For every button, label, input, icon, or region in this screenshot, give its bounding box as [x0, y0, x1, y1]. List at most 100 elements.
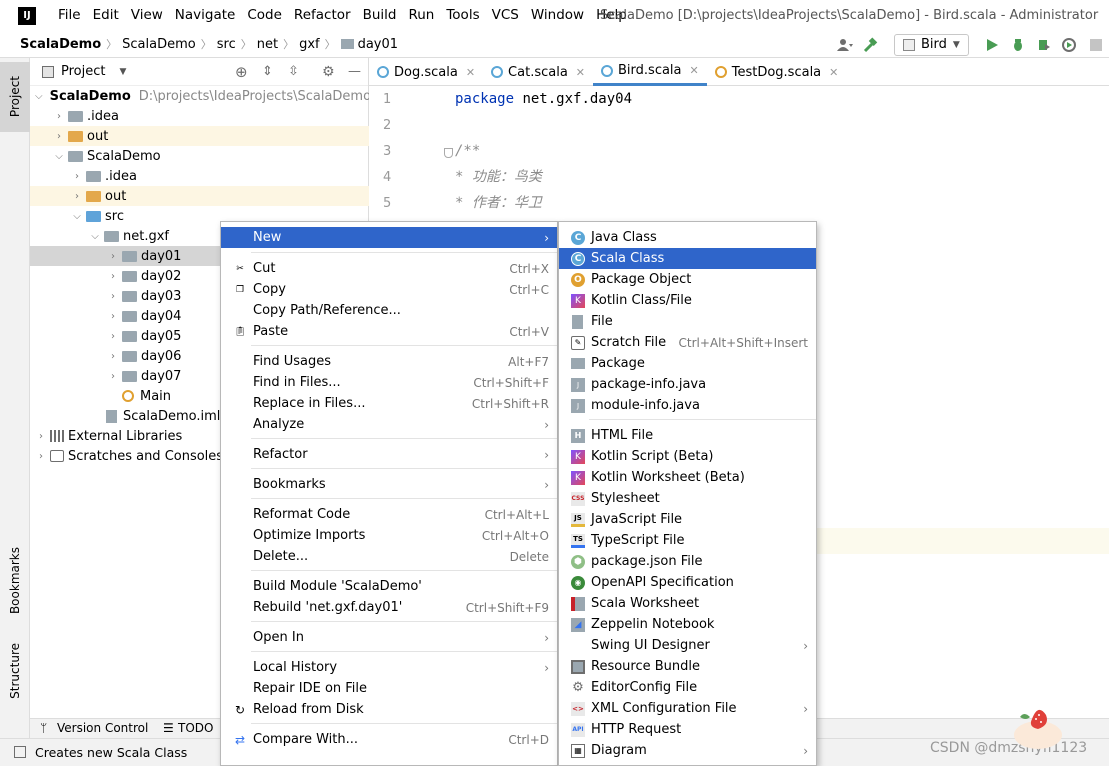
menu-edit[interactable]: Edit [87, 0, 125, 31]
new-item-stylesheet[interactable]: CSS Stylesheet [559, 488, 816, 509]
menu-item-repair-ide[interactable]: Repair IDE on File [221, 678, 557, 699]
menu-item-delete[interactable]: Delete... Delete [221, 546, 557, 567]
menu-item-compare-with[interactable]: ⇄ Compare With... Ctrl+D [221, 729, 557, 750]
menu-item-build-module[interactable]: Build Module 'ScalaDemo' [221, 576, 557, 597]
layout-icon[interactable] [14, 746, 26, 758]
tool-tab-todo[interactable]: TODO [178, 721, 213, 735]
menu-build[interactable]: Build [357, 0, 403, 31]
new-item-javascript-file[interactable]: JS JavaScript File [559, 509, 816, 530]
debug-icon[interactable] [1007, 34, 1029, 56]
tab-cat-scala[interactable]: Cat.scala ✕ [483, 58, 593, 86]
minimize-icon[interactable]: — [348, 64, 361, 79]
chevron-right-icon[interactable]: › [107, 251, 119, 262]
crumb-module[interactable]: ScalaDemo [122, 37, 196, 52]
fold-marker-icon[interactable] [444, 148, 453, 158]
build-hammer-icon[interactable] [860, 34, 882, 56]
tool-tab-version-control[interactable]: Version Control [57, 721, 148, 735]
tree-item-out-2[interactable]: › out [30, 186, 369, 206]
close-icon[interactable]: ✕ [466, 66, 475, 79]
chevron-right-icon[interactable]: › [53, 131, 65, 142]
menu-item-local-history[interactable]: Local History › [221, 657, 557, 678]
tab-testdog-scala[interactable]: TestDog.scala ✕ [707, 58, 847, 86]
collapse-all-icon[interactable]: ⇳ [288, 64, 299, 79]
menu-item-reformat-code[interactable]: Reformat Code Ctrl+Alt+L [221, 504, 557, 525]
new-item-file[interactable]: File [559, 311, 816, 332]
chevron-down-icon[interactable]: ⌵ [89, 231, 101, 242]
project-view-select[interactable]: Project [61, 64, 105, 79]
chevron-right-icon[interactable]: › [35, 431, 47, 442]
crumb-day01[interactable]: day01 [358, 37, 398, 52]
chevron-right-icon[interactable]: › [107, 311, 119, 322]
new-item-package-json[interactable]: ⬢ package.json File [559, 551, 816, 572]
chevron-right-icon[interactable]: › [107, 371, 119, 382]
expand-all-icon[interactable]: ⇕ [262, 64, 273, 79]
crumb-net[interactable]: net [257, 37, 278, 52]
menu-view[interactable]: View [125, 0, 169, 31]
menu-item-rebuild[interactable]: Rebuild 'net.gxf.day01' Ctrl+Shift+F9 [221, 597, 557, 618]
new-item-java-class[interactable]: C Java Class [559, 227, 816, 248]
new-item-typescript-file[interactable]: TS TypeScript File [559, 530, 816, 551]
gear-icon[interactable]: ⚙ [322, 64, 335, 80]
crumb-src[interactable]: src [217, 37, 236, 52]
new-item-package[interactable]: Package [559, 353, 816, 374]
chevron-down-icon[interactable]: ⌵ [71, 211, 83, 222]
chevron-right-icon[interactable]: › [107, 291, 119, 302]
menu-navigate[interactable]: Navigate [169, 0, 242, 31]
chevron-right-icon[interactable]: › [53, 111, 65, 122]
chevron-right-icon[interactable]: › [107, 271, 119, 282]
new-item-kotlin-script[interactable]: K Kotlin Script (Beta) [559, 446, 816, 467]
menu-item-paste[interactable]: 📋︎ Paste Ctrl+V [221, 321, 557, 342]
new-item-diagram[interactable]: ▦ Diagram › [559, 740, 816, 761]
tree-item-module[interactable]: ⌵ ScalaDemo [30, 146, 369, 166]
new-item-scratch-file[interactable]: ✎ Scratch File Ctrl+Alt+Shift+Insert [559, 332, 816, 353]
tab-dog-scala[interactable]: Dog.scala ✕ [369, 58, 483, 86]
close-icon[interactable]: ✕ [829, 66, 838, 79]
tab-bird-scala[interactable]: Bird.scala ✕ [593, 58, 707, 86]
chevron-down-icon[interactable]: ⌵ [35, 91, 43, 102]
tool-tab-structure[interactable]: Structure [0, 633, 30, 708]
menu-item-find-in-files[interactable]: Find in Files... Ctrl+Shift+F [221, 372, 557, 393]
profile-icon[interactable] [1059, 34, 1081, 56]
menu-item-cut[interactable]: ✂ Cut Ctrl+X [221, 258, 557, 279]
new-item-html-file[interactable]: H HTML File [559, 425, 816, 446]
menu-window[interactable]: Window [525, 0, 590, 31]
chevron-right-icon[interactable]: › [107, 351, 119, 362]
new-item-kotlin-class[interactable]: K Kotlin Class/File [559, 290, 816, 311]
menu-item-analyze[interactable]: Analyze › [221, 414, 557, 435]
stop-icon[interactable] [1085, 34, 1107, 56]
crumb-project[interactable]: ScalaDemo [20, 37, 101, 52]
menu-item-bookmarks[interactable]: Bookmarks › [221, 474, 557, 495]
menu-item-copy[interactable]: ❐ Copy Ctrl+C [221, 279, 557, 300]
new-item-package-object[interactable]: O Package Object [559, 269, 816, 290]
tool-tab-project[interactable]: Project [0, 62, 30, 132]
new-item-scala-class[interactable]: C Scala Class [559, 248, 816, 269]
menu-item-optimize-imports[interactable]: Optimize Imports Ctrl+Alt+O [221, 525, 557, 546]
menu-item-copy-path[interactable]: Copy Path/Reference... [221, 300, 557, 321]
crumb-gxf[interactable]: gxf [299, 37, 320, 52]
menu-file[interactable]: File [52, 0, 87, 31]
menu-item-replace-in-files[interactable]: Replace in Files... Ctrl+Shift+R [221, 393, 557, 414]
new-item-kotlin-worksheet[interactable]: K Kotlin Worksheet (Beta) [559, 467, 816, 488]
menu-run[interactable]: Run [402, 0, 440, 31]
close-icon[interactable]: ✕ [690, 64, 699, 77]
locate-icon[interactable]: ⊕ [235, 63, 248, 81]
menu-item-open-in[interactable]: Open In › [221, 627, 557, 648]
run-icon[interactable] [981, 34, 1003, 56]
tree-item-out[interactable]: › out [30, 126, 369, 146]
new-item-editorconfig[interactable]: ⚙ EditorConfig File [559, 677, 816, 698]
tool-tab-bookmarks[interactable]: Bookmarks [0, 536, 30, 626]
tree-item-root[interactable]: ⌵ ScalaDemo D:\projects\IdeaProjects\Sca… [30, 86, 371, 106]
menu-vcs[interactable]: VCS [486, 0, 525, 31]
chevron-right-icon[interactable]: › [107, 331, 119, 342]
menu-item-find-usages[interactable]: Find Usages Alt+F7 [221, 351, 557, 372]
menu-item-reload-from-disk[interactable]: ↻ Reload from Disk [221, 699, 557, 720]
new-item-xml-config[interactable]: <> XML Configuration File › [559, 698, 816, 719]
coverage-icon[interactable] [1033, 34, 1055, 56]
menu-item-refactor[interactable]: Refactor › [221, 444, 557, 465]
new-item-swing-ui-designer[interactable]: Swing UI Designer › [559, 635, 816, 656]
chevron-right-icon[interactable]: › [35, 451, 47, 462]
chevron-right-icon[interactable]: › [71, 191, 83, 202]
menu-code[interactable]: Code [241, 0, 288, 31]
chevron-down-icon[interactable]: ▼ [119, 67, 126, 77]
new-item-openapi[interactable]: ◉ OpenAPI Specification [559, 572, 816, 593]
